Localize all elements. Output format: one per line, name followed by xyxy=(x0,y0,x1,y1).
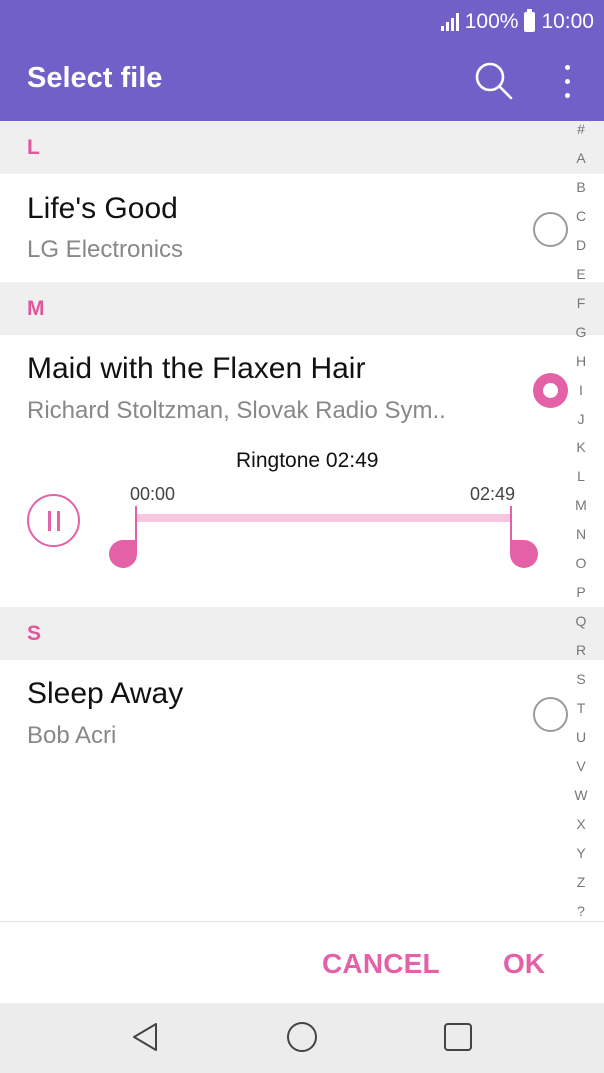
pause-icon xyxy=(47,510,51,531)
list-item-sleep-away[interactable]: Sleep Away Bob Acri xyxy=(0,660,560,768)
index-letter[interactable]: ? xyxy=(577,904,585,918)
trim-track[interactable] xyxy=(136,514,511,522)
nav-recent-icon[interactable] xyxy=(444,1023,472,1051)
index-letter[interactable]: O xyxy=(576,556,587,570)
app-bar: 100% 10:00 Select file xyxy=(0,0,604,121)
index-letter[interactable]: M xyxy=(575,498,587,512)
battery-percent: 100% xyxy=(464,10,519,33)
ok-button[interactable]: OK xyxy=(503,948,545,980)
start-time: 00:00 xyxy=(130,484,176,504)
search-button[interactable] xyxy=(470,58,516,104)
section-letter: S xyxy=(27,622,42,645)
nav-home-icon[interactable] xyxy=(287,1022,317,1052)
nav-back-button[interactable] xyxy=(130,1021,160,1058)
search-icon xyxy=(475,62,513,100)
section-header-l: L xyxy=(0,121,604,174)
status-bar: 100% 10:00 xyxy=(440,6,594,38)
index-letter[interactable]: I xyxy=(579,383,583,397)
index-letter[interactable]: G xyxy=(576,325,587,339)
alphabet-index[interactable]: # A B C D E F G H I J K L M N O P Q R S T U V W X Y Z? xyxy=(568,122,594,918)
radio-lifes-good[interactable] xyxy=(533,212,568,247)
index-letter[interactable]: X xyxy=(576,817,585,831)
index-letter[interactable]: D xyxy=(576,238,586,252)
list-item-maid-with-the-flaxen-hair[interactable]: Maid with the Flaxen Hair Richard Stoltz… xyxy=(0,335,560,435)
signal-icon xyxy=(440,13,459,31)
section-header-s: S xyxy=(0,607,604,660)
trim-start-handle[interactable] xyxy=(109,540,137,568)
index-letter[interactable]: Q xyxy=(576,614,587,628)
index-letter[interactable]: T xyxy=(577,701,586,715)
index-letter[interactable]: V xyxy=(576,759,585,773)
index-letter[interactable]: C xyxy=(576,209,586,223)
song-artist: Bob Acri xyxy=(27,722,117,749)
index-letter[interactable]: W xyxy=(574,788,587,802)
pause-button[interactable] xyxy=(27,494,80,547)
index-letter[interactable]: U xyxy=(576,730,586,744)
section-letter: M xyxy=(27,297,45,320)
trim-end-handle[interactable] xyxy=(510,540,538,568)
clock: 10:00 xyxy=(541,10,594,33)
index-letter[interactable]: E xyxy=(576,267,585,281)
nav-back-icon xyxy=(133,1023,157,1051)
index-letter[interactable]: N xyxy=(576,527,586,541)
index-letter[interactable]: F xyxy=(577,296,586,310)
more-options-button[interactable] xyxy=(550,58,584,104)
song-title: Maid with the Flaxen Hair xyxy=(27,352,366,385)
index-letter[interactable]: L xyxy=(577,469,585,483)
index-letter[interactable]: Y xyxy=(576,846,585,860)
radio-maid-with-the-flaxen-hair[interactable] xyxy=(533,373,568,408)
battery-icon xyxy=(524,9,536,32)
index-letter[interactable]: S xyxy=(576,672,585,686)
index-letter[interactable]: B xyxy=(576,180,585,194)
index-letter[interactable]: J xyxy=(578,412,585,426)
dialog-actions: CANCEL OK xyxy=(0,922,604,1003)
section-letter: L xyxy=(27,136,40,159)
index-letter[interactable]: Z xyxy=(577,875,586,889)
song-title: Sleep Away xyxy=(27,677,184,710)
section-header-m: M xyxy=(0,282,604,335)
ringtone-caption: Ringtone 02:49 xyxy=(236,449,379,472)
more-vert-icon xyxy=(564,64,570,70)
index-letter[interactable]: A xyxy=(576,151,585,165)
index-letter[interactable]: R xyxy=(576,643,586,657)
page-title: Select file xyxy=(27,62,163,94)
navigation-bar xyxy=(0,1003,604,1073)
index-letter[interactable]: H xyxy=(576,354,586,368)
end-time: 02:49 xyxy=(470,484,516,504)
index-letter[interactable]: P xyxy=(576,585,585,599)
index-letter[interactable]: # xyxy=(577,122,585,136)
song-artist: Richard Stoltzman, Slovak Radio Sym.. xyxy=(27,397,446,424)
song-title: Life's Good xyxy=(27,192,178,225)
radio-sleep-away[interactable] xyxy=(533,697,568,732)
index-letter[interactable]: K xyxy=(576,440,585,454)
list-item-lifes-good[interactable]: Life's Good LG Electronics xyxy=(0,174,560,282)
cancel-button[interactable]: CANCEL xyxy=(322,948,440,980)
song-artist: LG Electronics xyxy=(27,236,184,263)
